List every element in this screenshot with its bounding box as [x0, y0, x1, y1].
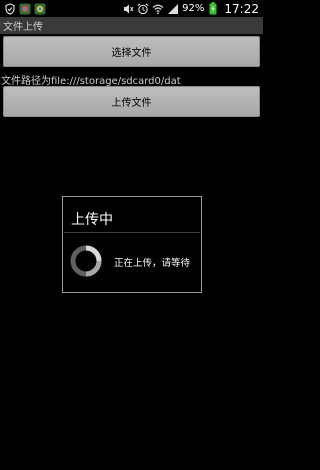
upload-progress-dialog: 上传中 正在上传，请等待: [62, 196, 202, 293]
app-notification-icon: [19, 3, 31, 15]
dialog-title: 上传中: [71, 212, 113, 228]
app-notification-icon: [34, 3, 46, 15]
app-title: 文件上传: [3, 22, 43, 33]
status-bar: 92% 17:22: [0, 0, 263, 17]
dialog-message: 正在上传，请等待: [114, 258, 191, 269]
file-path-label: 文件路径为file:///storage/sdcard0/dat: [1, 76, 181, 87]
wifi-icon: [152, 3, 164, 15]
select-file-button[interactable]: 选择文件: [3, 36, 260, 67]
clock: 17:22: [224, 1, 259, 16]
loading-spinner-icon: [70, 245, 102, 277]
shield-check-icon: [4, 2, 16, 15]
signal-icon: [167, 3, 179, 15]
mute-icon: [122, 3, 134, 15]
dialog-divider: [64, 232, 200, 233]
app-title-bar: 文件上传: [0, 17, 263, 34]
battery-charging-icon: [207, 2, 219, 15]
upload-file-button[interactable]: 上传文件: [3, 86, 260, 117]
battery-percent: 92%: [182, 2, 205, 14]
alarm-icon: [137, 3, 149, 15]
